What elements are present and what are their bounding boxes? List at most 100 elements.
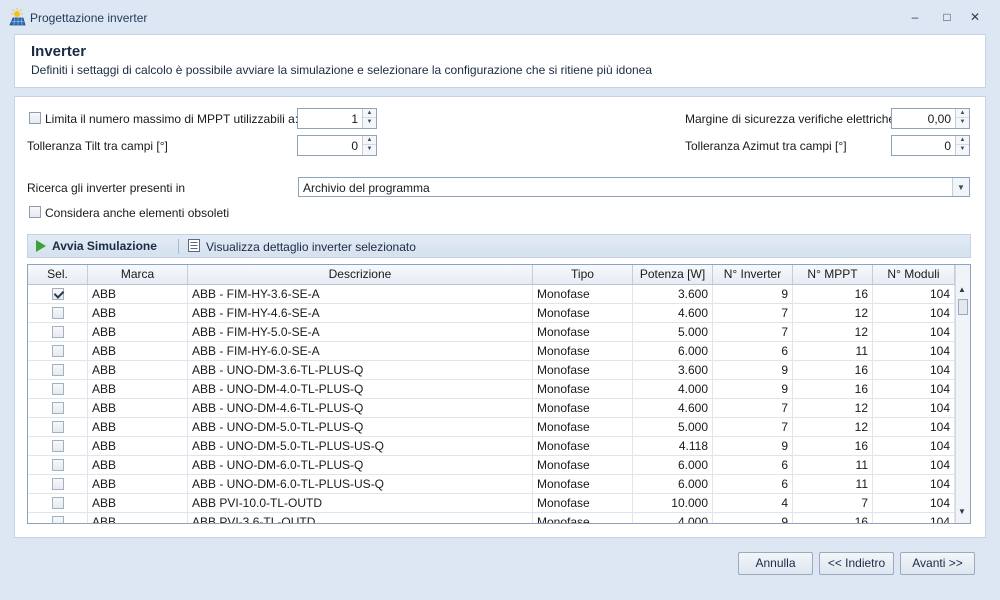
increment-icon[interactable]: ▲ xyxy=(363,109,376,118)
next-button[interactable]: Avanti >> xyxy=(900,552,975,575)
search-source-value: Archivio del programma xyxy=(303,181,430,195)
inverter-grid: Sel. Marca Descrizione Tipo Potenza [W] … xyxy=(27,264,971,524)
row-select-checkbox[interactable] xyxy=(51,382,64,395)
azimut-tolerance-value: 0 xyxy=(944,139,951,153)
cell-marca: ABB xyxy=(88,380,188,399)
cell-sel[interactable] xyxy=(28,475,88,494)
grid-body: ABB ABB - FIM-HY-3.6-SE-A Monofase 3.600 9 16… xyxy=(28,285,955,523)
cell-sel[interactable] xyxy=(28,342,88,361)
cell-sel[interactable] xyxy=(28,456,88,475)
table-row[interactable]: ABB ABB PVI-10.0-TL-OUTD Monofase 10.000 4 7 1… xyxy=(28,494,955,513)
column-header-marca[interactable]: Marca xyxy=(88,265,188,284)
search-source-select[interactable]: Archivio del programma ▼ xyxy=(298,177,970,197)
table-row[interactable]: ABB ABB - UNO-DM-4.6-TL-PLUS-Q Monofase 4.6… xyxy=(28,399,955,418)
table-row[interactable]: ABB ABB - UNO-DM-6.0-TL-PLUS-Q Monofase 6.0… xyxy=(28,456,955,475)
cell-n-mppt: 16 xyxy=(793,285,873,304)
table-row[interactable]: ABB ABB - FIM-HY-3.6-SE-A Monofase 3.600 9 16… xyxy=(28,285,955,304)
table-row[interactable]: ABB ABB PVI-3.6-TL-OUTD Monofase 4.000 9 16 10… xyxy=(28,513,955,523)
view-detail-button[interactable]: Visualizza dettaglio inverter selezionat… xyxy=(188,239,416,255)
cell-tipo: Monofase xyxy=(533,380,633,399)
table-row[interactable]: ABB ABB - UNO-DM-6.0-TL-PLUS-US-Q Monofase… xyxy=(28,475,955,494)
cell-tipo: Monofase xyxy=(533,456,633,475)
cell-n-moduli: 104 xyxy=(873,399,955,418)
cell-descrizione: ABB - FIM-HY-5.0-SE-A xyxy=(188,323,533,342)
decrement-icon[interactable]: ▼ xyxy=(956,118,969,127)
azimut-tolerance-stepper[interactable]: 0 ▲ ▼ xyxy=(891,135,970,156)
obsolete-checkbox[interactable] xyxy=(29,206,41,218)
cancel-button[interactable]: Annulla xyxy=(738,552,813,575)
column-header-n-inverter[interactable]: N° Inverter xyxy=(713,265,793,284)
table-row[interactable]: ABB ABB - FIM-HY-6.0-SE-A Monofase 6.000 6 11… xyxy=(28,342,955,361)
safety-margin-stepper[interactable]: 0,00 ▲ ▼ xyxy=(891,108,970,129)
row-select-checkbox[interactable] xyxy=(51,439,64,452)
cell-sel[interactable] xyxy=(28,323,88,342)
column-header-n-mppt[interactable]: N° MPPT xyxy=(793,265,873,284)
list-detail-icon xyxy=(188,239,200,255)
cell-n-moduli: 104 xyxy=(873,342,955,361)
row-select-checkbox[interactable] xyxy=(51,287,64,300)
increment-icon[interactable]: ▲ xyxy=(363,136,376,145)
limit-mppt-checkbox[interactable] xyxy=(29,112,41,124)
cell-tipo: Monofase xyxy=(533,285,633,304)
limit-mppt-stepper[interactable]: 1 ▲ ▼ xyxy=(297,108,377,129)
tilt-tolerance-stepper[interactable]: 0 ▲ ▼ xyxy=(297,135,377,156)
column-header-n-moduli[interactable]: N° Moduli xyxy=(873,265,955,284)
cell-descrizione: ABB - FIM-HY-4.6-SE-A xyxy=(188,304,533,323)
cell-sel[interactable] xyxy=(28,304,88,323)
cell-sel[interactable] xyxy=(28,418,88,437)
azimut-tolerance-label: Tolleranza Azimut tra campi [°] xyxy=(685,139,847,153)
table-row[interactable]: ABB ABB - FIM-HY-4.6-SE-A Monofase 4.600 7 12… xyxy=(28,304,955,323)
row-select-checkbox[interactable] xyxy=(51,344,64,357)
table-row[interactable]: ABB ABB - UNO-DM-4.0-TL-PLUS-Q Monofase 4.0… xyxy=(28,380,955,399)
row-select-checkbox[interactable] xyxy=(51,458,64,471)
cell-tipo: Monofase xyxy=(533,437,633,456)
cell-marca: ABB xyxy=(88,323,188,342)
column-header-tipo[interactable]: Tipo xyxy=(533,265,633,284)
decrement-icon[interactable]: ▼ xyxy=(956,145,969,154)
cell-sel[interactable] xyxy=(28,437,88,456)
row-select-checkbox[interactable] xyxy=(51,515,64,523)
row-select-checkbox[interactable] xyxy=(51,363,64,376)
table-row[interactable]: ABB ABB - UNO-DM-5.0-TL-PLUS-Q Monofase 5.0… xyxy=(28,418,955,437)
chevron-down-icon[interactable]: ▼ xyxy=(952,178,969,196)
row-select-checkbox[interactable] xyxy=(51,306,64,319)
decrement-icon[interactable]: ▼ xyxy=(363,118,376,127)
cell-sel[interactable] xyxy=(28,494,88,513)
back-button[interactable]: << Indietro xyxy=(819,552,894,575)
cell-n-moduli: 104 xyxy=(873,285,955,304)
vertical-scrollbar[interactable]: ▲ ▼ xyxy=(955,265,970,523)
row-select-checkbox[interactable] xyxy=(51,401,64,414)
cell-n-mppt: 12 xyxy=(793,323,873,342)
scroll-down-icon[interactable]: ▼ xyxy=(958,507,966,516)
title-bar: Progettazione inverter – □ ✕ xyxy=(0,0,1000,34)
cell-n-mppt: 7 xyxy=(793,494,873,513)
table-row[interactable]: ABB ABB - UNO-DM-5.0-TL-PLUS-US-Q Monofase… xyxy=(28,437,955,456)
increment-icon[interactable]: ▲ xyxy=(956,136,969,145)
cell-sel[interactable] xyxy=(28,380,88,399)
decrement-icon[interactable]: ▼ xyxy=(363,145,376,154)
cell-descrizione: ABB - FIM-HY-3.6-SE-A xyxy=(188,285,533,304)
cell-n-inverter: 9 xyxy=(713,437,793,456)
cell-tipo: Monofase xyxy=(533,475,633,494)
row-select-checkbox[interactable] xyxy=(51,420,64,433)
scroll-up-icon[interactable]: ▲ xyxy=(958,285,966,294)
increment-icon[interactable]: ▲ xyxy=(956,109,969,118)
grid-toolbar: Avvia Simulazione Visualizza dettaglio i… xyxy=(27,234,971,258)
cell-sel[interactable] xyxy=(28,361,88,380)
column-header-descrizione[interactable]: Descrizione xyxy=(188,265,533,284)
run-simulation-button[interactable]: Avvia Simulazione xyxy=(36,239,157,253)
close-button[interactable]: ✕ xyxy=(966,9,984,25)
minimize-button[interactable]: – xyxy=(906,9,924,25)
row-select-checkbox[interactable] xyxy=(51,496,64,509)
table-row[interactable]: ABB ABB - UNO-DM-3.6-TL-PLUS-Q Monofase 3.6… xyxy=(28,361,955,380)
cell-sel[interactable] xyxy=(28,399,88,418)
row-select-checkbox[interactable] xyxy=(51,477,64,490)
restore-button[interactable]: □ xyxy=(938,9,956,25)
cell-sel[interactable] xyxy=(28,513,88,523)
table-row[interactable]: ABB ABB - FIM-HY-5.0-SE-A Monofase 5.000 7 12… xyxy=(28,323,955,342)
row-select-checkbox[interactable] xyxy=(51,325,64,338)
column-header-potenza[interactable]: Potenza [W] xyxy=(633,265,713,284)
column-header-sel[interactable]: Sel. xyxy=(28,265,88,284)
scroll-thumb[interactable] xyxy=(958,299,968,315)
cell-sel[interactable] xyxy=(28,285,88,304)
